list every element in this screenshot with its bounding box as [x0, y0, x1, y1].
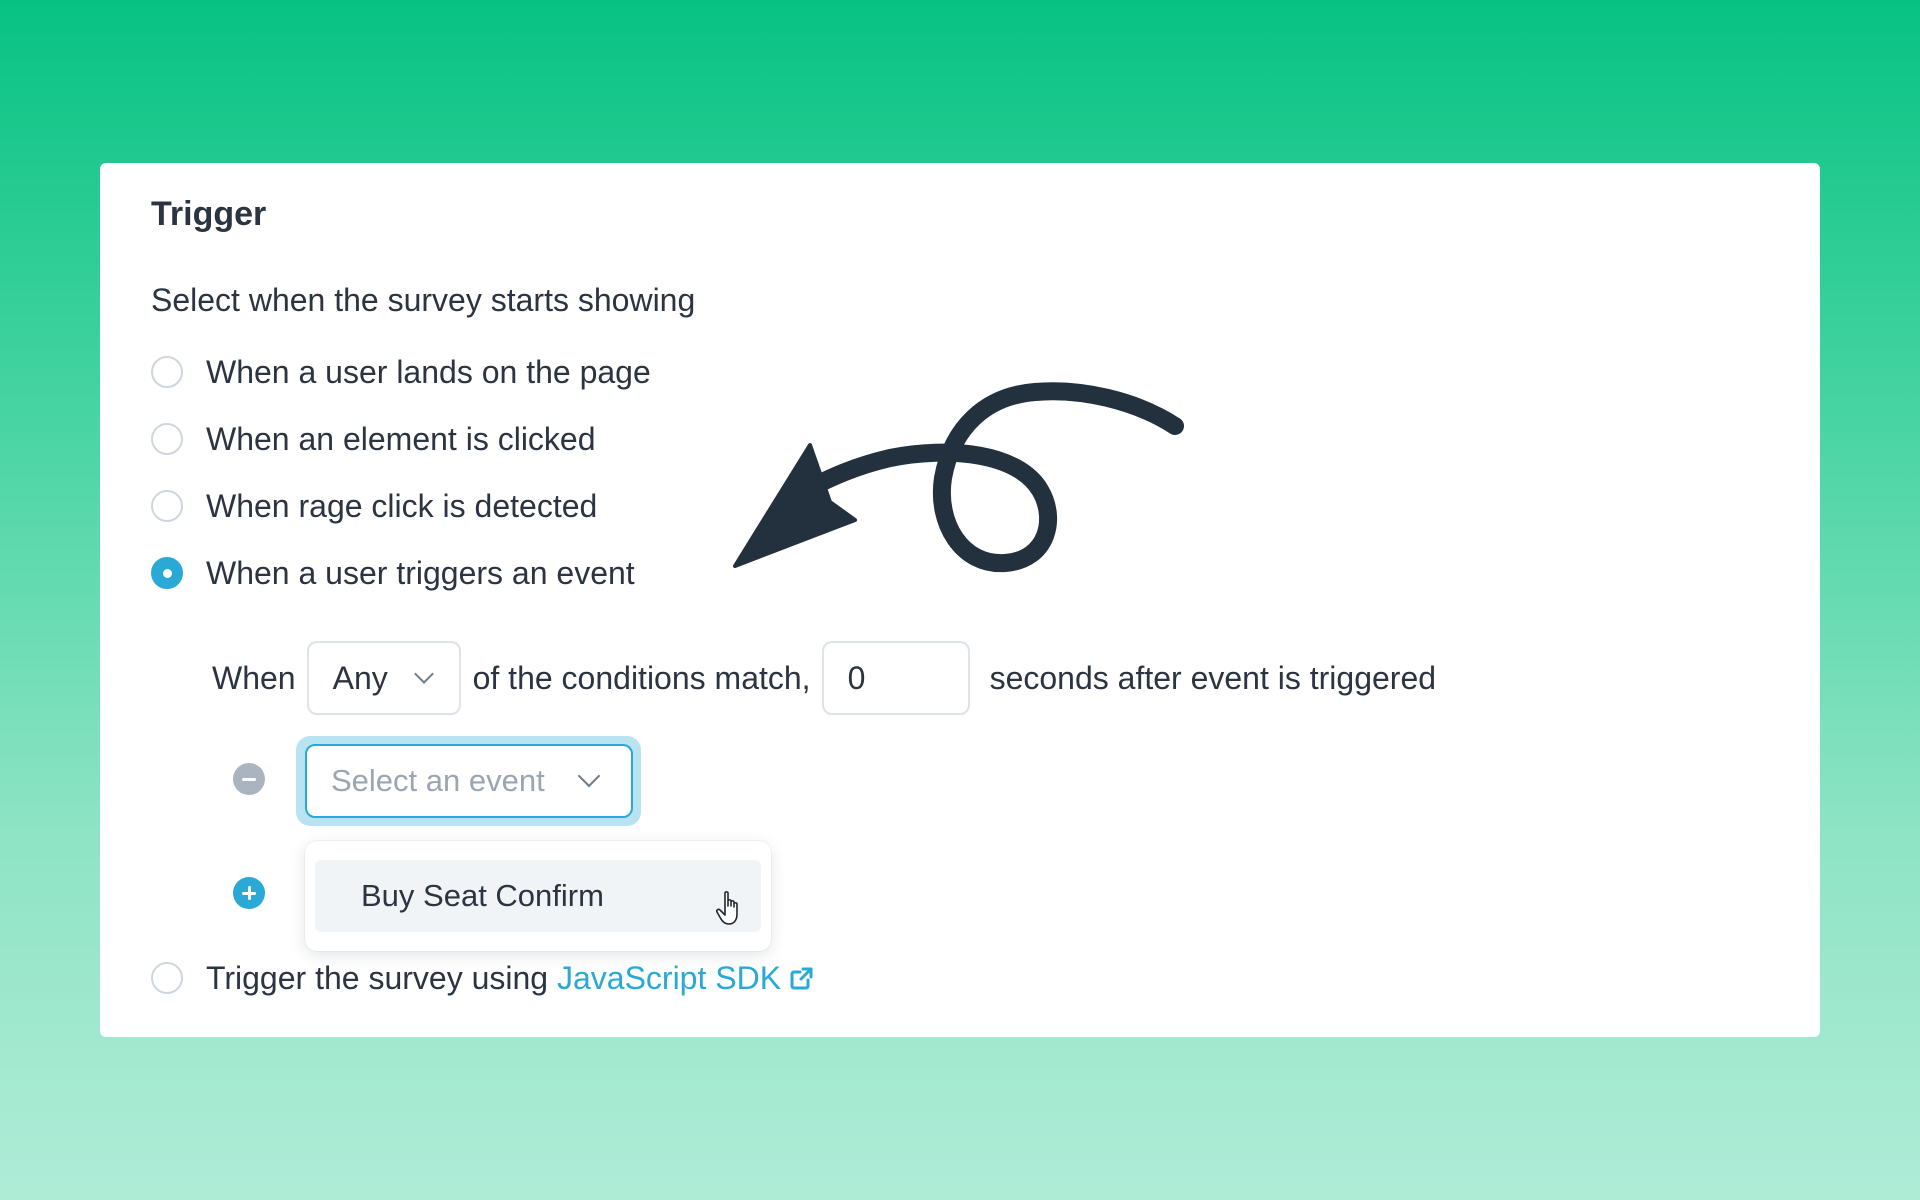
- radio-page-land[interactable]: [151, 356, 183, 388]
- sdk-link-text: JavaScript SDK: [556, 959, 782, 996]
- radio-user-event[interactable]: [151, 557, 183, 589]
- condition-suffix: seconds after event is triggered: [989, 659, 1437, 696]
- radio-javascript-sdk[interactable]: [151, 962, 183, 994]
- option-label: When a user triggers an event: [206, 554, 635, 591]
- option-label: When a user lands on the page: [206, 353, 651, 390]
- external-link-icon: [790, 967, 813, 989]
- remove-condition-button[interactable]: [233, 763, 265, 795]
- seconds-input[interactable]: 0: [821, 641, 970, 715]
- chevron-down-icon: [577, 764, 601, 788]
- option-page-land[interactable]: When a user lands on the page: [151, 352, 651, 392]
- option-element-click[interactable]: When an element is clicked: [151, 419, 596, 459]
- section-subtitle: Select when the survey starts showing: [151, 282, 696, 318]
- condition-row: When Any of the conditions match, 0 seco…: [212, 641, 1436, 715]
- match-select[interactable]: Any: [306, 641, 461, 715]
- add-condition-button[interactable]: [233, 877, 265, 909]
- option-rage-click[interactable]: When rage click is detected: [151, 486, 597, 526]
- radio-rage-click[interactable]: [151, 490, 183, 522]
- section-title: Trigger: [151, 195, 267, 233]
- chevron-down-icon: [413, 664, 434, 684]
- option-label: When an element is clicked: [206, 420, 596, 457]
- option-label: When rage click is detected: [206, 487, 598, 524]
- sdk-prefix: Trigger the survey using: [206, 959, 549, 996]
- event-select[interactable]: Select an event: [305, 744, 633, 818]
- hand-drawn-arrow: [733, 382, 1184, 573]
- event-select-placeholder: Select an event: [331, 763, 545, 798]
- event-dropdown-menu: Buy Seat Confirm: [305, 841, 771, 951]
- seconds-input-value: 0: [847, 659, 866, 696]
- radio-element-click[interactable]: [151, 423, 183, 455]
- trigger-card: Trigger Select when the survey starts sh…: [100, 163, 1820, 1037]
- javascript-sdk-link[interactable]: JavaScript SDK: [557, 960, 815, 996]
- condition-middle: of the conditions match,: [472, 659, 811, 696]
- option-user-event[interactable]: When a user triggers an event: [151, 553, 635, 593]
- dropdown-option-label: Buy Seat Confirm: [361, 878, 604, 913]
- dropdown-option-buy-seat-confirm[interactable]: Buy Seat Confirm: [315, 860, 761, 932]
- condition-prefix: When: [212, 659, 296, 696]
- pointer-hand-icon: [716, 891, 738, 925]
- option-javascript-sdk[interactable]: Trigger the survey using JavaScript SDK: [151, 958, 815, 998]
- option-label: Trigger the survey using JavaScript SDK: [206, 960, 815, 997]
- match-select-value: Any: [332, 659, 388, 696]
